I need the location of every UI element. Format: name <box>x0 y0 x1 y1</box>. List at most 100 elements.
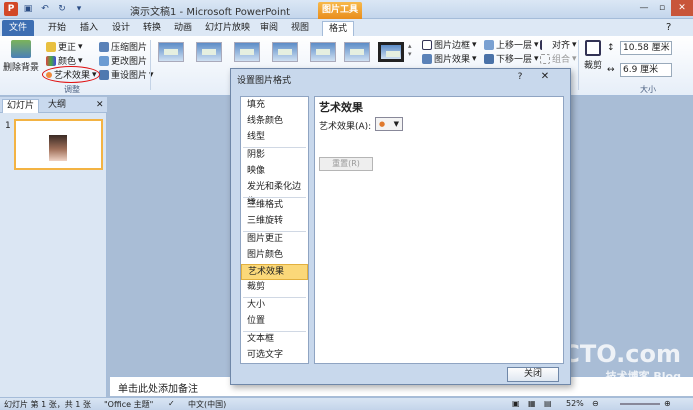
tab-design[interactable]: 设计 <box>106 21 136 36</box>
picture-style-7[interactable] <box>378 42 404 62</box>
help-icon[interactable]: ? <box>660 21 677 36</box>
tab-outline[interactable]: 大纲 <box>44 99 70 113</box>
tab-home[interactable]: 开始 <box>42 21 72 36</box>
group-label: 组合 <box>552 55 571 65</box>
category-line-style[interactable]: 线型 <box>241 130 308 146</box>
crop-button[interactable]: 裁剪 <box>582 40 604 71</box>
change-picture-button[interactable]: 更改图片 <box>99 54 147 67</box>
category-crop[interactable]: 裁剪 <box>241 280 308 296</box>
slide-number: 1 <box>5 121 11 131</box>
tab-slides[interactable]: 幻灯片 <box>2 99 40 113</box>
reset-picture-button[interactable]: 重设图片 ▾ <box>99 68 154 81</box>
picture-effects-button[interactable]: 图片效果 ▾ <box>422 52 477 65</box>
picture-border-button[interactable]: 图片边框 ▾ <box>422 38 477 51</box>
remove-background-label: 删除背景 <box>3 63 40 73</box>
dialog-close-icon[interactable]: ✕ <box>537 71 553 84</box>
zoom-out-icon[interactable]: ⊖ <box>592 399 599 408</box>
align-button[interactable]: 对齐 ▾ <box>540 38 577 51</box>
customize-qat-icon[interactable]: ▾ <box>72 2 86 16</box>
category-fill[interactable]: 填充 <box>241 98 308 114</box>
dialog-help-icon[interactable]: ? <box>513 71 527 84</box>
reading-view-icon[interactable]: ▤ <box>544 399 552 408</box>
tab-file[interactable]: 文件 <box>2 20 34 36</box>
zoom-level[interactable]: 52% <box>566 399 584 408</box>
category-artistic-effects[interactable]: 艺术效果 <box>241 264 308 280</box>
tab-format[interactable]: 格式 <box>322 21 355 36</box>
settings-panel: 艺术效果 艺术效果(A): ● ▼ 重置(R) <box>314 96 564 364</box>
compress-label: 压缩图片 <box>111 43 148 53</box>
reset-button[interactable]: 重置(R) <box>319 157 373 171</box>
redo-icon[interactable]: ↻ <box>55 2 69 16</box>
category-list: 填充 线条颜色 线型 阴影 映像 发光和柔化边缘 三维格式 三维旋转 图片更正 … <box>240 96 309 364</box>
powerpoint-app-icon[interactable]: P <box>4 2 18 16</box>
slide-thumbnail[interactable] <box>14 119 103 170</box>
picture-style-3[interactable] <box>234 42 260 62</box>
window-controls: — ▫ ✕ <box>635 0 693 16</box>
picture-style-4[interactable] <box>272 42 298 62</box>
category-line-color[interactable]: 线条颜色 <box>241 114 308 130</box>
color-icon <box>46 55 56 66</box>
remove-background-button[interactable]: 删除背景 <box>3 40 40 73</box>
group-separator-2 <box>578 40 579 90</box>
normal-view-icon[interactable]: ▣ <box>512 399 520 408</box>
title-bar: P ▣ ↶ ↻ ▾ 演示文稿1 - Microsoft PowerPoint 图… <box>0 0 693 19</box>
language-status[interactable]: 中文(中国) <box>188 399 226 410</box>
category-reflection[interactable]: 映像 <box>241 164 308 180</box>
color-button[interactable]: 颜色 ▾ <box>46 54 83 67</box>
spellcheck-icon[interactable]: ✓ <box>168 399 175 408</box>
category-shadow[interactable]: 阴影 <box>241 148 308 164</box>
align-icon <box>540 39 550 50</box>
send-backward-button[interactable]: 下移一层 ▾ <box>484 52 539 65</box>
picture-style-5[interactable] <box>310 42 336 62</box>
slide-info: 幻灯片 第 1 张，共 1 张 <box>4 400 91 409</box>
pane-tabs: 幻灯片 大纲 ✕ <box>0 97 107 113</box>
category-size[interactable]: 大小 <box>241 298 308 314</box>
styles-scroll-button[interactable]: ▴ ▾ <box>408 42 412 58</box>
size-group-label: 大小 <box>640 85 656 94</box>
bring-forward-label: 上移一层 <box>496 41 533 51</box>
panel-heading: 艺术效果 <box>319 101 363 114</box>
category-text-box[interactable]: 文本框 <box>241 332 308 348</box>
category-picture-color[interactable]: 图片颜色 <box>241 248 308 264</box>
tab-slideshow[interactable]: 幻灯片放映 <box>199 21 256 36</box>
zoom-in-icon[interactable]: ⊕ <box>664 399 671 408</box>
close-pane-icon[interactable]: ✕ <box>92 99 108 113</box>
zoom-slider[interactable] <box>620 403 660 405</box>
category-alt-text[interactable]: 可选文字 <box>241 348 308 364</box>
reset-picture-label: 重设图片 <box>111 71 148 81</box>
picture-effects-label: 图片效果 <box>434 55 471 65</box>
highlight-annotation <box>42 66 100 83</box>
tab-review[interactable]: 审阅 <box>254 21 284 36</box>
height-input[interactable]: 10.58 厘米 <box>620 41 672 55</box>
undo-icon[interactable]: ↶ <box>38 2 52 16</box>
compress-pictures-button[interactable]: 压缩图片 <box>99 40 147 53</box>
bring-forward-button[interactable]: 上移一层 ▾ <box>484 38 539 51</box>
category-glow-soft-edges[interactable]: 发光和柔化边缘 <box>241 180 308 207</box>
picture-style-1[interactable] <box>158 42 184 62</box>
category-3d-format[interactable]: 三维格式 <box>241 198 308 214</box>
picture-border-icon <box>422 39 432 50</box>
group-button[interactable]: 组合 ▾ <box>540 52 577 65</box>
chevron-down-icon: ▼ <box>393 120 399 128</box>
group-separator <box>150 40 151 90</box>
sorter-view-icon[interactable]: ▦ <box>528 399 536 408</box>
maximize-icon[interactable]: ▫ <box>653 0 671 16</box>
tab-view[interactable]: 视图 <box>285 21 315 36</box>
category-position[interactable]: 位置 <box>241 314 308 330</box>
category-picture-corrections[interactable]: 图片更正 <box>241 232 308 248</box>
minimize-icon[interactable]: — <box>635 0 653 16</box>
tab-insert[interactable]: 插入 <box>74 21 104 36</box>
close-icon[interactable]: ✕ <box>671 0 693 16</box>
category-3d-rotation[interactable]: 三维旋转 <box>241 214 308 230</box>
corrections-button[interactable]: 更正 ▾ <box>46 40 83 53</box>
width-input[interactable]: 6.9 厘米 <box>620 63 672 77</box>
tab-animations[interactable]: 动画 <box>168 21 198 36</box>
close-button[interactable]: 关闭 <box>507 367 559 382</box>
picture-style-2[interactable] <box>196 42 222 62</box>
tab-transitions[interactable]: 转换 <box>137 21 167 36</box>
format-picture-dialog: 设置图片格式 ? ✕ 填充 线条颜色 线型 阴影 映像 发光和柔化边缘 三维格式… <box>230 68 571 385</box>
artistic-effect-dropdown[interactable]: ● ▼ <box>375 117 403 131</box>
save-icon[interactable]: ▣ <box>21 2 35 16</box>
status-bar: 幻灯片 第 1 张，共 1 张 "Office 主题" ✓ 中文(中国) ▣ ▦… <box>0 397 693 410</box>
picture-style-6[interactable] <box>344 42 370 62</box>
